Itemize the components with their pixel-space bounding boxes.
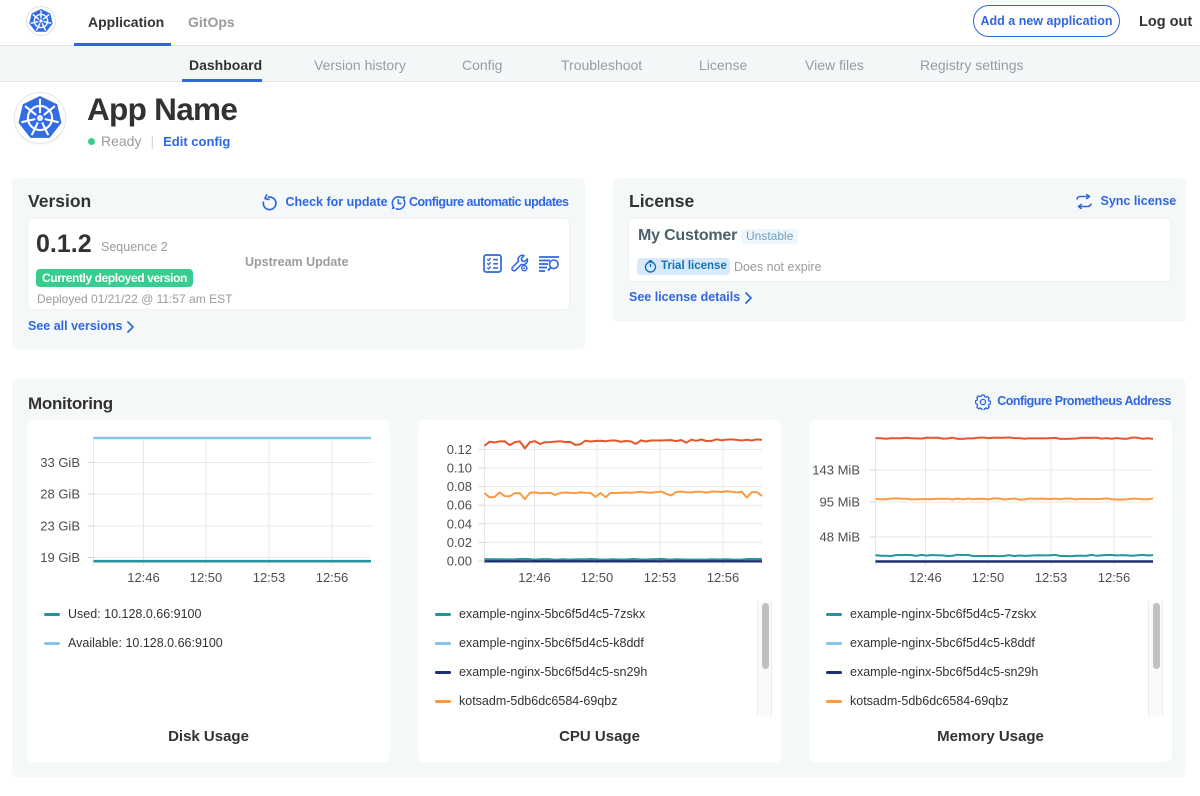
svg-text:12:50: 12:50 xyxy=(581,570,614,585)
svg-text:143 MiB: 143 MiB xyxy=(812,463,860,478)
svg-text:95 MiB: 95 MiB xyxy=(820,495,860,510)
svg-text:12:53: 12:53 xyxy=(253,570,286,585)
svg-text:33 GiB: 33 GiB xyxy=(40,455,80,470)
svg-text:0.02: 0.02 xyxy=(447,535,472,550)
svg-text:12:56: 12:56 xyxy=(707,570,740,585)
svg-text:23 GiB: 23 GiB xyxy=(40,519,80,534)
svg-text:0.00: 0.00 xyxy=(447,554,472,569)
svg-text:12:53: 12:53 xyxy=(644,570,677,585)
svg-text:0.08: 0.08 xyxy=(447,479,472,494)
svg-text:12:46: 12:46 xyxy=(909,570,942,585)
svg-text:19 GiB: 19 GiB xyxy=(40,550,80,565)
svg-text:0.06: 0.06 xyxy=(447,498,472,513)
svg-text:28 GiB: 28 GiB xyxy=(40,487,80,502)
svg-text:12:50: 12:50 xyxy=(972,570,1005,585)
svg-text:0.12: 0.12 xyxy=(447,442,472,457)
svg-text:12:46: 12:46 xyxy=(127,570,160,585)
svg-text:0.04: 0.04 xyxy=(447,516,472,531)
svg-text:12:53: 12:53 xyxy=(1035,570,1068,585)
svg-text:48 MiB: 48 MiB xyxy=(820,530,860,545)
svg-text:12:56: 12:56 xyxy=(316,570,349,585)
svg-text:12:56: 12:56 xyxy=(1098,570,1131,585)
svg-text:12:46: 12:46 xyxy=(518,570,551,585)
svg-text:0.10: 0.10 xyxy=(447,461,472,476)
svg-text:12:50: 12:50 xyxy=(190,570,223,585)
